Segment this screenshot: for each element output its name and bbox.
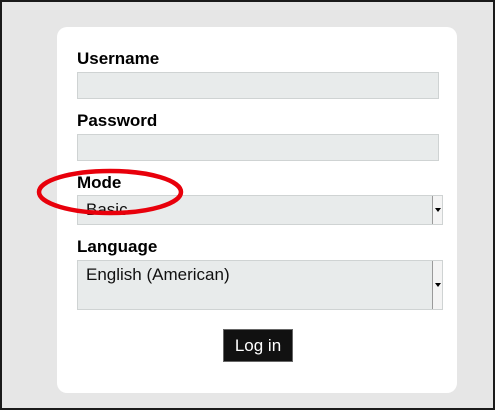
mode-select[interactable]: Basic: [77, 195, 443, 225]
language-select[interactable]: English (American): [77, 260, 443, 310]
username-label: Username: [77, 49, 160, 68]
language-dropdown-button[interactable]: [432, 261, 442, 309]
password-label: Password: [77, 111, 158, 130]
chevron-down-icon: [434, 208, 441, 212]
mode-select-value: Basic: [86, 200, 128, 219]
mode-dropdown-button[interactable]: [432, 196, 442, 224]
password-input[interactable]: [77, 134, 439, 161]
login-card: Username Password Mode Basic Language En…: [57, 27, 457, 393]
window-frame: Username Password Mode Basic Language En…: [0, 0, 495, 410]
login-button[interactable]: Log in: [223, 329, 293, 362]
mode-label: Mode: [77, 173, 122, 192]
language-select-value: English (American): [86, 265, 230, 284]
username-input[interactable]: [77, 72, 439, 99]
chevron-down-icon: [434, 283, 441, 287]
language-label: Language: [77, 237, 158, 256]
